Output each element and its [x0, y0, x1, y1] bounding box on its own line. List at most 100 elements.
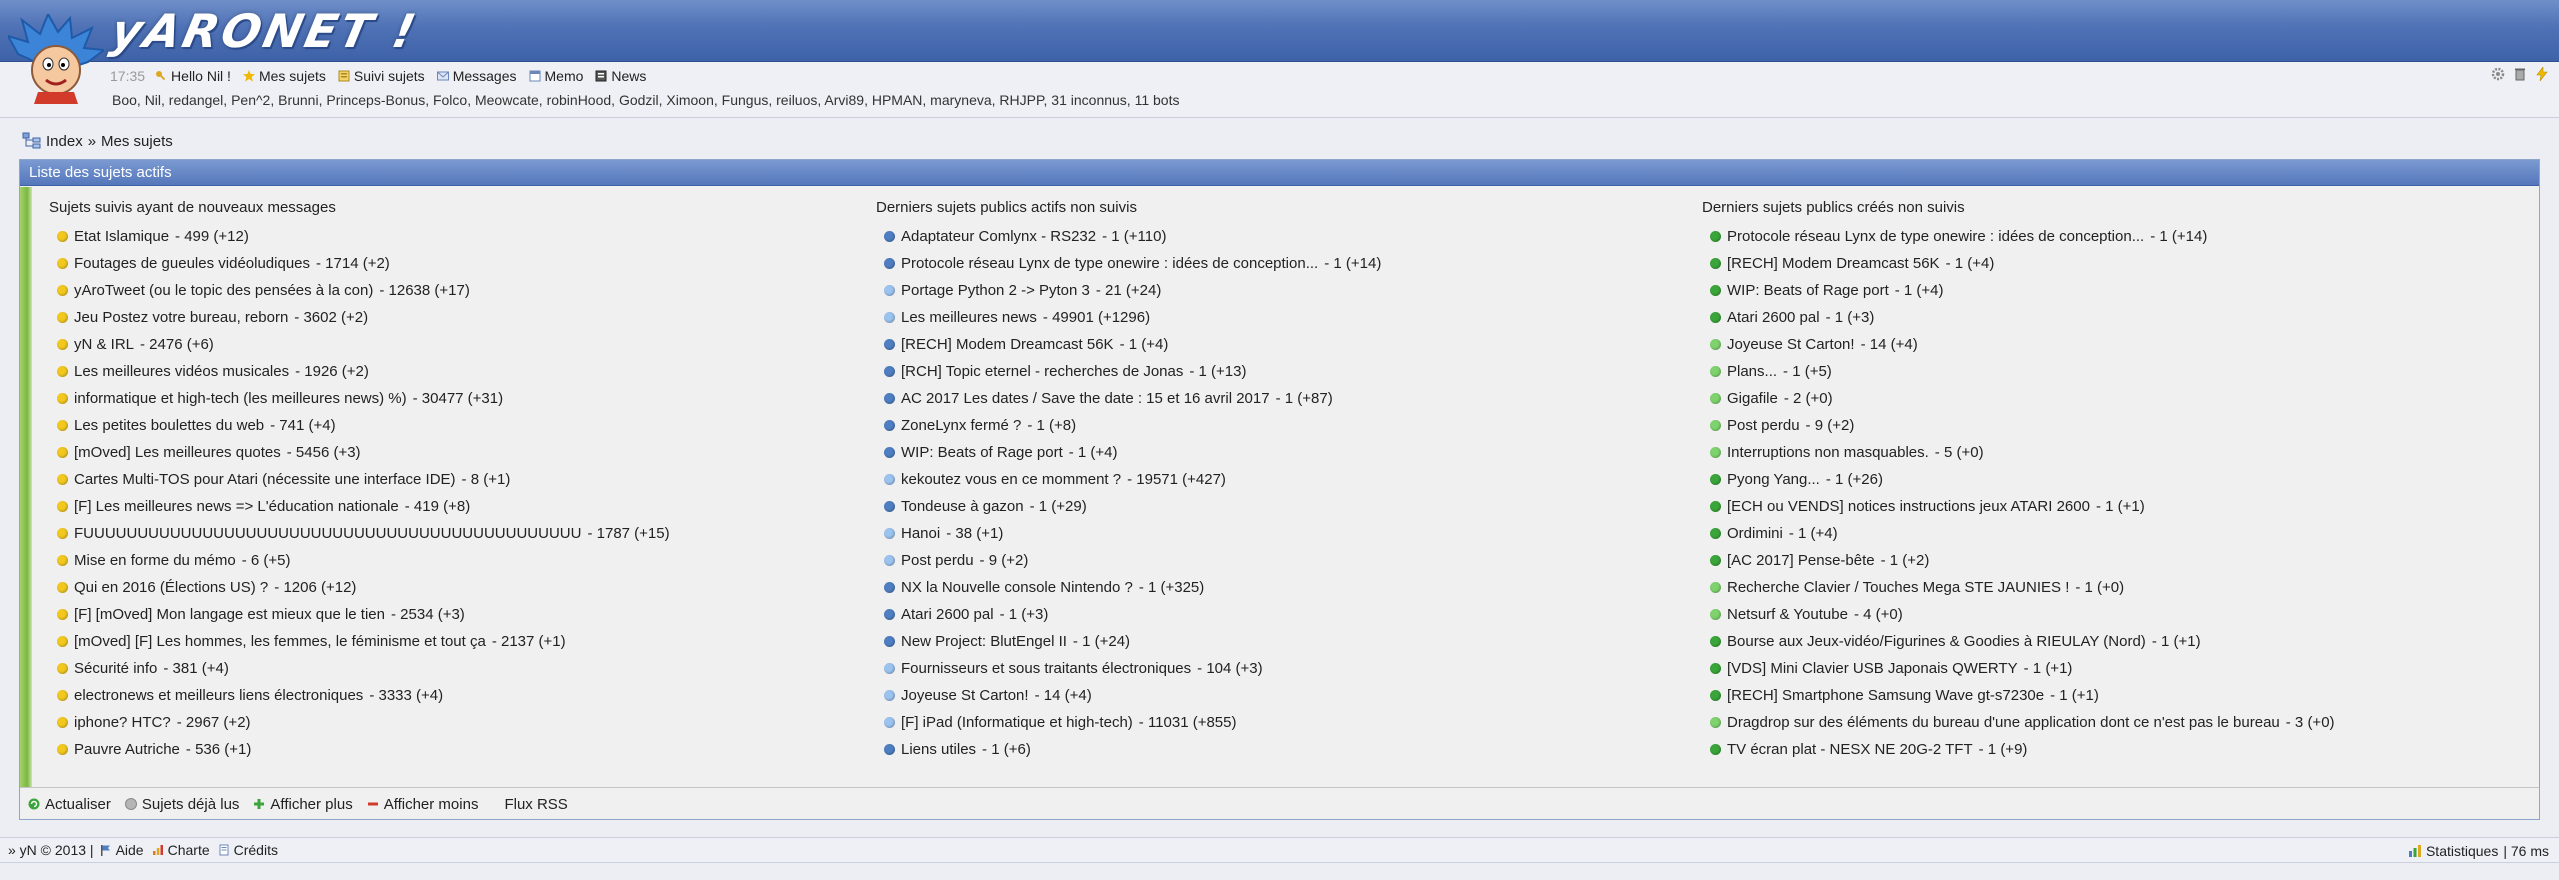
topic-row[interactable]: informatique et high-tech (les meilleure… [49, 385, 670, 412]
refresh-button[interactable]: Actualiser [28, 796, 111, 813]
topic-row[interactable]: [RECH] Smartphone Samsung Wave gt-s7230e… [1702, 682, 2335, 709]
topic-row[interactable]: Dragdrop sur des éléments du bureau d'un… [1702, 709, 2335, 736]
footer-help-link[interactable]: Aide [100, 842, 144, 858]
topic-row[interactable]: Fournisseurs et sous traitants électroni… [876, 655, 1381, 682]
topic-row[interactable]: Les petites boulettes du web - 741 (+4) [49, 412, 670, 439]
topic-title-link[interactable]: Tondeuse à gazon [901, 493, 1024, 520]
nav-followed-topics[interactable]: Suivi sujets [338, 68, 425, 84]
topic-title-link[interactable]: Post perdu [1727, 412, 1800, 439]
topic-row[interactable]: ZoneLynx fermé ? - 1 (+8) [876, 412, 1381, 439]
topic-row[interactable]: New Project: BlutEngel II - 1 (+24) [876, 628, 1381, 655]
topic-title-link[interactable]: [mOved] Les meilleures quotes [74, 439, 281, 466]
topic-title-link[interactable]: AC 2017 Les dates / Save the date : 15 e… [901, 385, 1270, 412]
topic-title-link[interactable]: [F] Les meilleures news => L'éducation n… [74, 493, 399, 520]
topic-row[interactable]: Protocole réseau Lynx de type onewire : … [876, 250, 1381, 277]
topic-row[interactable]: Interruptions non masquables. - 5 (+0) [1702, 439, 2335, 466]
breadcrumb-index-link[interactable]: Index [46, 133, 83, 150]
topic-title-link[interactable]: [RECH] Modem Dreamcast 56K [1727, 250, 1940, 277]
statistics-link[interactable]: Statistiques [2426, 843, 2498, 859]
topic-row[interactable]: Jeu Postez votre bureau, reborn - 3602 (+… [49, 304, 670, 331]
show-less-button[interactable]: Afficher moins [367, 796, 478, 813]
topic-title-link[interactable]: Etat Islamique [74, 223, 169, 250]
topic-title-link[interactable]: Netsurf & Youtube [1727, 601, 1848, 628]
topic-row[interactable]: AC 2017 Les dates / Save the date : 15 e… [876, 385, 1381, 412]
topic-row[interactable]: Mise en forme du mémo - 6 (+5) [49, 547, 670, 574]
topic-row[interactable]: [RECH] Modem Dreamcast 56K - 1 (+4) [1702, 250, 2335, 277]
topic-row[interactable]: Sécurité info - 381 (+4) [49, 655, 670, 682]
topic-title-link[interactable]: Hanoi [901, 520, 940, 547]
topic-row[interactable]: iphone? HTC? - 2967 (+2) [49, 709, 670, 736]
topic-row[interactable]: yN & IRL - 2476 (+6) [49, 331, 670, 358]
topic-row[interactable]: electronews et meilleurs liens électroni… [49, 682, 670, 709]
topic-title-link[interactable]: Joyeuse St Carton! [1727, 331, 1855, 358]
topic-row[interactable]: [F] Les meilleures news => L'éducation n… [49, 493, 670, 520]
topic-title-link[interactable]: Adaptateur Comlynx - RS232 [901, 223, 1096, 250]
topic-row[interactable]: Joyeuse St Carton! - 14 (+4) [1702, 331, 2335, 358]
topic-title-link[interactable]: iphone? HTC? [74, 709, 171, 736]
topic-title-link[interactable]: TV écran plat - NESX NE 20G-2 TFT [1727, 736, 1973, 763]
topic-row[interactable]: TV écran plat - NESX NE 20G-2 TFT - 1 (+9… [1702, 736, 2335, 763]
topic-title-link[interactable]: Dragdrop sur des éléments du bureau d'un… [1727, 709, 2280, 736]
topic-row[interactable]: Tondeuse à gazon - 1 (+29) [876, 493, 1381, 520]
topic-title-link[interactable]: Les meilleures vidéos musicales [74, 358, 289, 385]
topic-title-link[interactable]: [F] [mOved] Mon langage est mieux que le… [74, 601, 385, 628]
topic-row[interactable]: Les meilleures news - 49901 (+1296) [876, 304, 1381, 331]
topic-title-link[interactable]: [RCH] Topic eternel - recherches de Jona… [901, 358, 1183, 385]
topic-title-link[interactable]: Post perdu [901, 547, 974, 574]
topic-title-link[interactable]: Joyeuse St Carton! [901, 682, 1029, 709]
topic-title-link[interactable]: Protocole réseau Lynx de type onewire : … [1727, 223, 2144, 250]
mascot-logo-icon[interactable] [8, 14, 104, 104]
topic-row[interactable]: Foutages de gueules vidéoludiques - 1714 … [49, 250, 670, 277]
topic-title-link[interactable]: Pauvre Autriche [74, 736, 180, 763]
topic-title-link[interactable]: Fournisseurs et sous traitants électroni… [901, 655, 1191, 682]
topic-row[interactable]: Hanoi - 38 (+1) [876, 520, 1381, 547]
topic-title-link[interactable]: Gigafile [1727, 385, 1778, 412]
topic-row[interactable]: Netsurf & Youtube - 4 (+0) [1702, 601, 2335, 628]
topic-title-link[interactable]: FUUUUUUUUUUUUUUUUUUUUUUUUUUUUUUUUUUUUUUU… [74, 520, 581, 547]
topic-title-link[interactable]: [mOved] [F] Les hommes, les femmes, le f… [74, 628, 486, 655]
topic-title-link[interactable]: kekoutez vous en ce momment ? [901, 466, 1121, 493]
topic-row[interactable]: Les meilleures vidéos musicales - 1926 (+… [49, 358, 670, 385]
topic-title-link[interactable]: Plans... [1727, 358, 1777, 385]
topic-row[interactable]: [mOved] [F] Les hommes, les femmes, le f… [49, 628, 670, 655]
read-topics-button[interactable]: Sujets déjà lus [124, 796, 239, 813]
topic-title-link[interactable]: Sécurité info [74, 655, 157, 682]
topic-row[interactable]: Ordimini - 1 (+4) [1702, 520, 2335, 547]
topic-row[interactable]: WIP: Beats of Rage port - 1 (+4) [1702, 277, 2335, 304]
topic-row[interactable]: Cartes Multi-TOS pour Atari (nécessite u… [49, 466, 670, 493]
topic-row[interactable]: [mOved] Les meilleures quotes - 5456 (+3) [49, 439, 670, 466]
topic-row[interactable]: Etat Islamique - 499 (+12) [49, 223, 670, 250]
topic-title-link[interactable]: [RECH] Modem Dreamcast 56K [901, 331, 1114, 358]
topic-title-link[interactable]: electronews et meilleurs liens électroni… [74, 682, 363, 709]
topic-title-link[interactable]: Bourse aux Jeux-vidéo/Figurines & Goodie… [1727, 628, 2146, 655]
topic-row[interactable]: Post perdu - 9 (+2) [876, 547, 1381, 574]
topic-row[interactable]: Plans... - 1 (+5) [1702, 358, 2335, 385]
rss-feed-link[interactable]: Flux RSS [504, 796, 567, 813]
topic-title-link[interactable]: Portage Python 2 -> Pyton 3 [901, 277, 1090, 304]
topic-row[interactable]: Bourse aux Jeux-vidéo/Figurines & Goodie… [1702, 628, 2335, 655]
topic-title-link[interactable]: Atari 2600 pal [901, 601, 994, 628]
topic-row[interactable]: Pauvre Autriche - 536 (+1) [49, 736, 670, 763]
topic-title-link[interactable]: [VDS] Mini Clavier USB Japonais QWERTY [1727, 655, 2018, 682]
topic-row[interactable]: WIP: Beats of Rage port - 1 (+4) [876, 439, 1381, 466]
topic-title-link[interactable]: informatique et high-tech (les meilleure… [74, 385, 407, 412]
topic-row[interactable]: Recherche Clavier / Touches Mega STE JAU… [1702, 574, 2335, 601]
topic-title-link[interactable]: Les petites boulettes du web [74, 412, 264, 439]
topic-title-link[interactable]: Interruptions non masquables. [1727, 439, 1929, 466]
nav-my-topics[interactable]: Mes sujets [242, 68, 326, 84]
topic-row[interactable]: FUUUUUUUUUUUUUUUUUUUUUUUUUUUUUUUUUUUUUUU… [49, 520, 670, 547]
topic-title-link[interactable]: Foutages de gueules vidéoludiques [74, 250, 310, 277]
topic-row[interactable]: Atari 2600 pal - 1 (+3) [1702, 304, 2335, 331]
topic-title-link[interactable]: [RECH] Smartphone Samsung Wave gt-s7230e [1727, 682, 2044, 709]
site-logo[interactable]: yARONET ! [106, 4, 423, 58]
topic-row[interactable]: yAroTweet (ou le topic des pensées à la … [49, 277, 670, 304]
topic-row[interactable]: [ECH ou VENDS] notices instructions jeux… [1702, 493, 2335, 520]
topic-title-link[interactable]: WIP: Beats of Rage port [901, 439, 1063, 466]
topic-title-link[interactable]: Liens utiles [901, 736, 976, 763]
topic-title-link[interactable]: Atari 2600 pal [1727, 304, 1820, 331]
topic-row[interactable]: [RCH] Topic eternel - recherches de Jona… [876, 358, 1381, 385]
show-more-button[interactable]: Afficher plus [253, 796, 353, 813]
topic-title-link[interactable]: [AC 2017] Pense-bête [1727, 547, 1875, 574]
topic-title-link[interactable]: Les meilleures news [901, 304, 1037, 331]
topic-row[interactable]: [RECH] Modem Dreamcast 56K - 1 (+4) [876, 331, 1381, 358]
